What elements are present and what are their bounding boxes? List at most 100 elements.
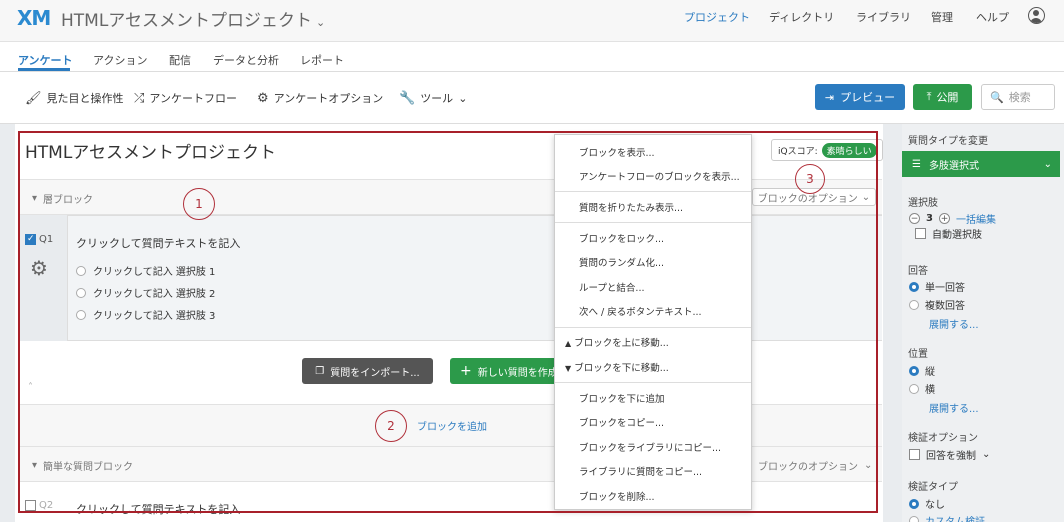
expand-answer-link[interactable]: 展開する...: [929, 316, 979, 331]
question-q1[interactable]: [20, 215, 882, 341]
tab-data-analysis[interactable]: データと分析: [213, 52, 279, 68]
radio[interactable]: [76, 265, 86, 276]
radio[interactable]: [76, 309, 86, 320]
radio-selected[interactable]: [909, 498, 919, 509]
menu-move-up[interactable]: ▲ ブロックを上に移動...: [565, 335, 669, 349]
menu-view-in-flow[interactable]: アンケートフローのブロックを表示...: [579, 169, 740, 183]
menu-add-below[interactable]: ブロックを下に追加: [579, 391, 665, 405]
preview-icon: ⇥: [824, 90, 835, 104]
q1-text[interactable]: クリックして質問テキストを記入: [76, 235, 240, 251]
menu-copy-to-library[interactable]: ブロックをライブラリにコピー...: [579, 440, 721, 454]
validation-none-option[interactable]: なし: [909, 496, 945, 511]
nav-admin[interactable]: 管理: [931, 9, 953, 25]
add-block-link[interactable]: ブロックを追加: [417, 418, 487, 433]
multiple-answer-option[interactable]: 複数回答: [909, 297, 965, 312]
menu-divider: [555, 327, 751, 328]
menu-move-down[interactable]: ▼ ブロックを下に移動...: [565, 360, 669, 374]
radio[interactable]: [909, 515, 919, 522]
validation-type-heading: 検証タイプ: [908, 482, 958, 493]
survey-options-label: アンケートオプション: [273, 92, 384, 105]
q2-text[interactable]: クリックして質問テキストを記入: [76, 501, 240, 517]
q1-choice-1[interactable]: クリックして記入 選択肢 1: [76, 263, 215, 278]
nav-help[interactable]: ヘルプ: [976, 9, 1009, 25]
gear-icon: ⚙: [257, 90, 269, 106]
triangle-up-icon: ▲: [565, 339, 572, 348]
question-type-dropdown[interactable]: ☰ 多肢選択式 ⌄: [902, 151, 1060, 177]
nav-library[interactable]: ライブラリ: [856, 9, 911, 25]
nav-projects[interactable]: プロジェクト: [684, 9, 750, 25]
q1-label: Q1: [39, 234, 54, 245]
block-header-2: [20, 446, 882, 482]
force-response-checkbox[interactable]: [909, 449, 920, 460]
survey-options-button[interactable]: ⚙ アンケートオプション: [257, 90, 383, 106]
radio[interactable]: [909, 383, 919, 394]
gear-icon[interactable]: ⚙: [30, 256, 48, 280]
import-questions-button[interactable]: ❐ 質問をインポート...: [302, 358, 433, 384]
preview-button[interactable]: ⇥ プレビュー: [815, 84, 905, 110]
survey-title[interactable]: HTMLアセスメントプロジェクト: [25, 138, 276, 163]
tab-survey[interactable]: アンケート: [18, 52, 73, 68]
q2-select[interactable]: Q2: [25, 500, 53, 511]
menu-next-back-text[interactable]: 次へ / 戻るボタンテキスト...: [579, 304, 702, 318]
menu-loop-merge[interactable]: ループと結合...: [579, 280, 645, 294]
vertical-label: 縦: [925, 367, 935, 378]
choice-label: クリックして記入 選択肢 3: [93, 311, 216, 322]
auto-choice-option[interactable]: 自動選択肢: [915, 226, 982, 241]
menu-randomize[interactable]: 質問のランダム化...: [579, 255, 664, 269]
auto-choice-label: 自動選択肢: [932, 230, 982, 241]
active-tab-indicator: [18, 68, 70, 71]
q1-select[interactable]: Q1: [25, 234, 53, 245]
menu-delete-block[interactable]: ブロックを削除...: [579, 489, 655, 503]
search-placeholder: 検索: [1008, 91, 1031, 104]
custom-validation-link[interactable]: カスタム検証: [925, 513, 985, 522]
menu-lock-block[interactable]: ブロックをロック...: [579, 231, 664, 245]
nav-directory[interactable]: ディレクトリ: [769, 9, 834, 25]
q1-checkbox[interactable]: [25, 234, 36, 245]
block-options-button-2[interactable]: ブロックのオプション ⌄: [758, 458, 872, 473]
change-type-heading: 質問タイプを変更: [908, 136, 988, 147]
block-name-1[interactable]: ▾ 層ブロック: [32, 191, 93, 206]
block-name-2[interactable]: ▾ 簡単な質問ブロック: [32, 458, 133, 473]
annotation-marker-2: 2: [375, 410, 407, 442]
horizontal-option[interactable]: 横: [909, 381, 935, 396]
search-input[interactable]: 🔍 検索: [981, 84, 1055, 110]
create-question-button[interactable]: + 新しい質問を作成: [450, 358, 560, 384]
tab-distributions[interactable]: 配信: [169, 52, 191, 68]
menu-collapse-questions[interactable]: 質問を折りたたみ表示...: [579, 200, 683, 214]
look-feel-button[interactable]: 🖌 見た目と操作性: [25, 90, 124, 106]
collapse-caret-icon[interactable]: ˄: [28, 382, 33, 393]
flow-icon: ⤮: [134, 90, 145, 106]
radio-selected[interactable]: [909, 365, 919, 376]
radio[interactable]: [909, 299, 919, 310]
xm-logo[interactable]: XM: [17, 6, 51, 30]
user-account-icon[interactable]: [1028, 7, 1045, 24]
publish-button[interactable]: ⤒ 公開: [913, 84, 972, 110]
bulk-edit-link[interactable]: 一括編集: [956, 211, 996, 226]
radio-selected[interactable]: [909, 281, 919, 292]
tools-menu-button[interactable]: 🔧 ツール ⌄: [399, 90, 467, 106]
expand-position-link[interactable]: 展開する...: [929, 400, 979, 415]
force-response-option[interactable]: 回答を強制 ⌄: [909, 447, 990, 462]
list-icon: ☰: [912, 158, 921, 170]
menu-view-block[interactable]: ブロックを表示...: [579, 145, 655, 159]
question-sidebar: [902, 124, 1064, 522]
q2-checkbox[interactable]: [25, 500, 36, 511]
menu-copy-questions-library[interactable]: ライブラリに質問をコピー...: [579, 464, 702, 478]
q1-choice-2[interactable]: クリックして記入 選択肢 2: [76, 285, 215, 300]
custom-validation-option[interactable]: カスタム検証: [909, 513, 985, 522]
block-name-2-label: 簡単な質問ブロック: [43, 462, 134, 473]
minus-icon[interactable]: −: [909, 213, 920, 224]
project-title-dropdown[interactable]: HTMLアセスメントプロジェクト ⌄: [61, 6, 325, 31]
single-answer-option[interactable]: 単一回答: [909, 279, 965, 294]
radio[interactable]: [76, 287, 86, 298]
iq-score[interactable]: iQスコア: 素晴らしい: [771, 139, 883, 161]
menu-copy-block[interactable]: ブロックをコピー...: [579, 415, 664, 429]
q1-choice-3[interactable]: クリックして記入 選択肢 3: [76, 307, 215, 322]
plus-icon[interactable]: +: [938, 213, 950, 224]
auto-choice-checkbox[interactable]: [915, 228, 926, 239]
preview-label: プレビュー: [840, 91, 896, 104]
tab-reports[interactable]: レポート: [300, 52, 344, 68]
tab-actions[interactable]: アクション: [93, 52, 147, 68]
vertical-option[interactable]: 縦: [909, 363, 935, 378]
survey-flow-button[interactable]: ⤮ アンケートフロー: [134, 90, 237, 106]
